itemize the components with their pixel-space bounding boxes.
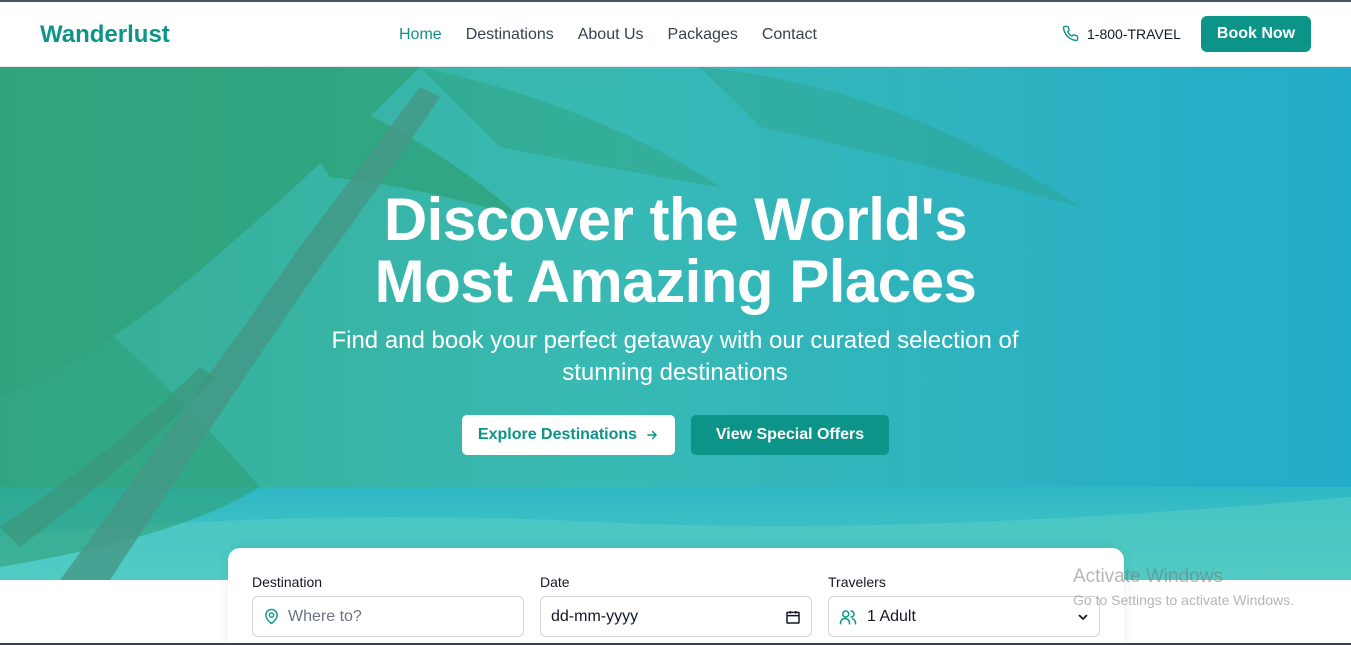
map-pin-icon xyxy=(265,608,278,625)
calendar-icon[interactable] xyxy=(785,609,801,625)
hero-title: Discover the World's Most Amazing Places xyxy=(0,189,1351,313)
explore-destinations-label: Explore Destinations xyxy=(477,426,638,443)
nav-link-about-us[interactable]: About Us xyxy=(578,26,644,44)
windows-activation-watermark: Activate Windows Go to Settings to activ… xyxy=(1073,566,1294,608)
view-special-offers-button[interactable]: View Special Offers xyxy=(691,415,889,455)
destination-field: Destination Where to? xyxy=(252,574,524,637)
watermark-subtitle: Go to Settings to activate Windows. xyxy=(1073,592,1294,608)
date-input[interactable]: dd-mm-yyyy xyxy=(540,596,812,637)
travelers-field: Travelers 1 Adult xyxy=(828,574,1100,637)
destination-placeholder: Where to? xyxy=(288,607,362,625)
phone-icon xyxy=(1062,25,1079,42)
date-field: Date dd-mm-yyyy xyxy=(540,574,812,637)
main-nav: Home Destinations About Us Packages Cont… xyxy=(399,26,817,44)
arrow-right-icon xyxy=(647,430,657,440)
hero-title-line-2: Most Amazing Places xyxy=(374,248,977,315)
hero-section: Discover the World's Most Amazing Places… xyxy=(0,67,1351,580)
brand-logo[interactable]: Wanderlust xyxy=(40,21,170,49)
travelers-value: 1 Adult xyxy=(867,607,916,625)
nav-link-packages[interactable]: Packages xyxy=(668,26,738,44)
hero-subtitle: Find and book your perfect getaway with … xyxy=(331,327,1019,386)
nav-link-destinations[interactable]: Destinations xyxy=(466,26,554,44)
nav-link-home[interactable]: Home xyxy=(399,26,442,44)
nav-link-contact[interactable]: Contact xyxy=(762,26,817,44)
phone-contact[interactable]: 1-800-TRAVEL xyxy=(1062,25,1181,42)
hero-background-image xyxy=(0,67,1351,580)
destination-label: Destination xyxy=(252,574,323,590)
explore-destinations-button[interactable]: Explore Destinations xyxy=(462,415,675,455)
date-label: Date xyxy=(540,574,570,590)
site-header: Wanderlust Home Destinations About Us Pa… xyxy=(0,2,1351,67)
phone-number: 1-800-TRAVEL xyxy=(1087,25,1181,42)
chevron-down-icon xyxy=(1078,614,1088,620)
hero-title-line-1: Discover the World's xyxy=(383,186,968,253)
watermark-title: Activate Windows xyxy=(1073,566,1223,587)
destination-input[interactable]: Where to? xyxy=(252,596,524,637)
date-placeholder: dd-mm-yyyy xyxy=(551,607,639,625)
book-now-button[interactable]: Book Now xyxy=(1201,16,1311,52)
travelers-select[interactable]: 1 Adult xyxy=(828,596,1100,637)
users-icon xyxy=(839,609,857,624)
travelers-label: Travelers xyxy=(828,574,886,590)
search-card: Destination Where to? Date dd-mm-yyyy Tr… xyxy=(228,548,1124,645)
